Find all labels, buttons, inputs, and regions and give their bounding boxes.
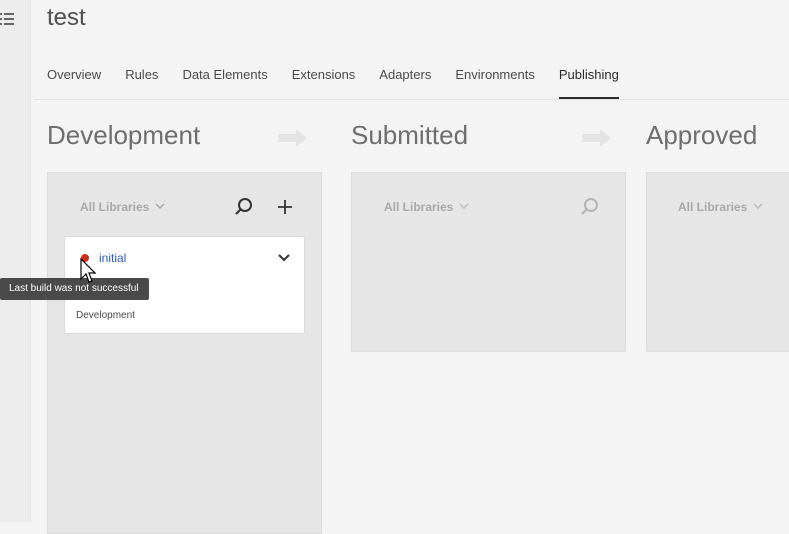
column-title-approved: Approved <box>646 120 758 150</box>
add-library-icon[interactable] <box>276 197 294 222</box>
menu-list-icon[interactable] <box>0 11 16 32</box>
search-icon[interactable] <box>580 197 600 222</box>
tab-publishing[interactable]: Publishing <box>558 66 619 99</box>
library-filter-value: All Libraries <box>384 200 454 214</box>
mouse-pointer-icon <box>80 257 97 289</box>
approved-lane: All Libraries <box>646 172 789 352</box>
library-filter-select[interactable]: All Libraries <box>80 200 165 214</box>
tab-overview[interactable]: Overview <box>47 66 101 99</box>
tab-adapters[interactable]: Adapters <box>379 66 431 99</box>
chevron-down-icon <box>753 200 763 214</box>
left-rail <box>0 0 31 522</box>
tab-rules[interactable]: Rules <box>125 66 158 99</box>
chevron-down-icon <box>459 200 469 214</box>
column-title-development: Development <box>47 120 201 150</box>
development-lane: All Libraries <box>47 172 322 534</box>
arrow-right-icon <box>582 128 612 153</box>
chevron-down-icon <box>155 200 165 214</box>
tab-bar: Overview Rules Data Elements Extensions … <box>47 66 643 100</box>
page-title: test <box>47 4 86 31</box>
submitted-lane: All Libraries <box>351 172 626 352</box>
tab-data-elements[interactable]: Data Elements <box>182 66 267 99</box>
library-filter-select[interactable]: All Libraries <box>678 200 763 214</box>
lane-header: All Libraries <box>48 173 321 235</box>
build-status-tooltip: Last build was not successful <box>0 278 149 300</box>
arrow-right-icon <box>278 128 308 153</box>
library-name-link[interactable]: initial <box>99 251 126 265</box>
library-filter-select[interactable]: All Libraries <box>384 200 469 214</box>
library-filter-value: All Libraries <box>678 200 748 214</box>
column-title-submitted: Submitted <box>351 120 469 150</box>
chevron-down-icon[interactable] <box>278 250 290 268</box>
tab-divider <box>34 99 789 100</box>
tab-extensions[interactable]: Extensions <box>292 66 356 99</box>
search-icon[interactable] <box>234 197 254 222</box>
environment-value: Development <box>76 310 135 321</box>
library-filter-value: All Libraries <box>80 200 150 214</box>
tab-environments[interactable]: Environments <box>455 66 534 99</box>
